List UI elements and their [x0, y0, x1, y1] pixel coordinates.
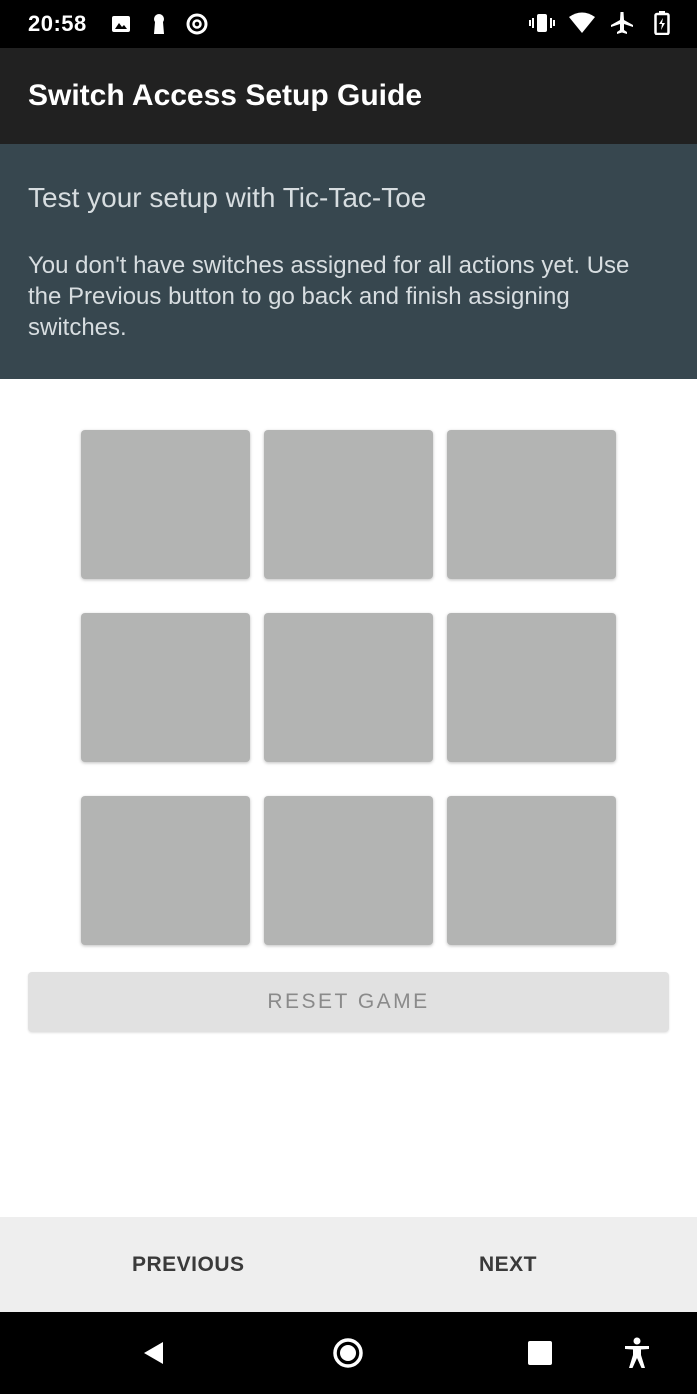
system-navigation-bar — [0, 1312, 697, 1394]
board-cell-3[interactable] — [447, 430, 616, 579]
vibrate-icon — [529, 10, 555, 36]
board-cell-7[interactable] — [81, 796, 250, 945]
previous-button[interactable]: PREVIOUS — [132, 1217, 245, 1312]
back-icon[interactable] — [137, 1336, 171, 1370]
setup-navigation-bar: PREVIOUS NEXT — [0, 1217, 697, 1312]
board-cell-8[interactable] — [264, 796, 433, 945]
reset-game-button[interactable]: RESET GAME — [28, 972, 669, 1032]
accessibility-icon[interactable] — [620, 1336, 654, 1370]
tic-tac-toe-board — [81, 430, 616, 945]
app-bar: Switch Access Setup Guide — [0, 48, 697, 144]
app-title: Switch Access Setup Guide — [28, 79, 422, 112]
board-cell-4[interactable] — [81, 613, 250, 762]
status-left-icons — [108, 11, 210, 37]
airplane-icon — [609, 10, 635, 36]
wifi-icon — [569, 10, 595, 36]
recents-icon[interactable] — [523, 1336, 557, 1370]
info-body: You don't have switches assigned for all… — [28, 252, 630, 341]
next-button[interactable]: NEXT — [479, 1217, 537, 1312]
board-cell-1[interactable] — [81, 430, 250, 579]
keyhole-icon — [146, 11, 172, 37]
board-cell-5[interactable] — [264, 613, 433, 762]
board-cell-9[interactable] — [447, 796, 616, 945]
home-icon[interactable] — [331, 1336, 365, 1370]
info-heading: Test your setup with Tic-Tac-Toe — [28, 182, 427, 213]
info-panel: Test your setup with Tic-Tac-Toe You don… — [0, 144, 697, 379]
battery-icon — [649, 10, 675, 36]
status-bar: 20:58 — [0, 0, 697, 48]
board-cell-2[interactable] — [264, 430, 433, 579]
board-cell-6[interactable] — [447, 613, 616, 762]
status-time: 20:58 — [28, 11, 87, 36]
status-right-icons — [529, 10, 675, 36]
image-icon — [108, 11, 134, 37]
sync-icon — [184, 11, 210, 37]
